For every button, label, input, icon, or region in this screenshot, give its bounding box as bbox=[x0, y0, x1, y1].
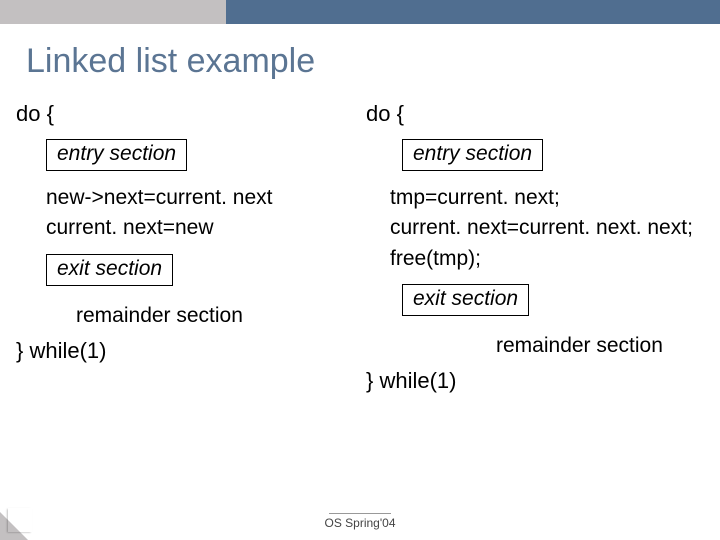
top-bar bbox=[0, 0, 720, 24]
footer-divider bbox=[329, 513, 391, 514]
right-column: do { entry section tmp=current. next; cu… bbox=[364, 101, 706, 394]
code-line: tmp=current. next; bbox=[390, 183, 700, 213]
footer: OS Spring'04 bbox=[0, 513, 720, 530]
top-bar-accent bbox=[226, 0, 720, 24]
footer-text: OS Spring'04 bbox=[325, 516, 396, 530]
code-line: new->next=current. next bbox=[46, 183, 350, 213]
code-block-left: new->next=current. next current. next=ne… bbox=[46, 183, 350, 244]
code-block-right: tmp=current. next; current. next=current… bbox=[390, 183, 700, 274]
slide-title: Linked list example bbox=[26, 42, 720, 81]
remainder-right: remainder section bbox=[496, 334, 700, 358]
do-close-left: } while(1) bbox=[16, 338, 350, 364]
code-line: free(tmp); bbox=[390, 244, 700, 274]
do-open-right: do { bbox=[366, 101, 700, 127]
content-area: do { entry section new->next=current. ne… bbox=[0, 101, 720, 394]
code-line: current. next=current. next. next; bbox=[390, 213, 700, 243]
do-close-right: } while(1) bbox=[366, 368, 700, 394]
do-open-left: do { bbox=[16, 101, 350, 127]
entry-section-left: entry section bbox=[46, 139, 187, 171]
exit-section-right: exit section bbox=[402, 284, 529, 316]
remainder-left: remainder section bbox=[76, 304, 350, 328]
left-column: do { entry section new->next=current. ne… bbox=[10, 101, 364, 394]
entry-section-right: entry section bbox=[402, 139, 543, 171]
code-line: current. next=new bbox=[46, 213, 350, 243]
exit-section-left: exit section bbox=[46, 254, 173, 286]
page-curl-icon bbox=[0, 512, 28, 540]
